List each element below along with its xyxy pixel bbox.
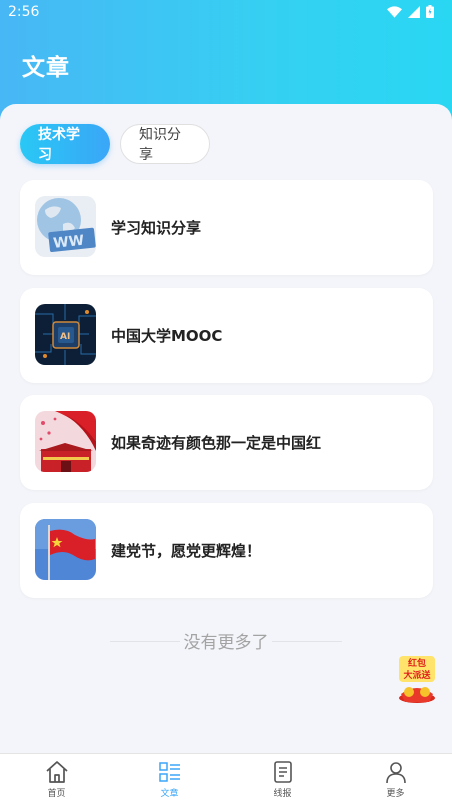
user-icon (385, 762, 406, 784)
status-bar: 2:56 (0, 0, 452, 26)
tab-tech-learning[interactable]: 技术学习 (20, 124, 110, 164)
tabbar-label: 线报 (273, 789, 292, 799)
article-title: 如果奇迹有颜色那一定是中国红 (111, 434, 322, 452)
article-thumbnail-red-flag (35, 519, 96, 580)
divider-left (110, 641, 180, 642)
wifi-icon (387, 5, 402, 18)
article-thumbnail-tiananmen (35, 411, 96, 472)
no-more-text: 没有更多了 (183, 633, 269, 653)
article-thumbnail-ai-chip: AI (35, 304, 96, 365)
signal-icon (408, 5, 420, 18)
tabbar-item-articles[interactable]: 文章 (113, 754, 226, 805)
article-card[interactable]: 如果奇迹有颜色那一定是中国红 (20, 395, 433, 490)
article-title: 中国大学MOOC (111, 327, 223, 345)
status-icons (387, 5, 434, 18)
promo-line1: 红包 (408, 657, 426, 669)
tabbar-item-home[interactable]: 首页 (0, 754, 113, 805)
article-card[interactable]: WW 学习知识分享 (20, 180, 433, 275)
article-card[interactable]: AI 中国大学MOOC (20, 288, 433, 383)
tab-knowledge-sharing[interactable]: 知识分享 (120, 124, 210, 164)
list-icon (158, 762, 180, 782)
list-end-indicator: 没有更多了 (0, 628, 452, 653)
status-time: 2:56 (8, 4, 40, 20)
tabbar-item-deals[interactable]: 线报 (226, 754, 339, 805)
page-title: 文章 (22, 55, 70, 81)
red-packet-promo-button[interactable]: 红包 大派送 (395, 654, 439, 704)
tabbar-label: 更多 (386, 789, 405, 799)
tabbar-label: 首页 (47, 789, 66, 799)
promo-line2: 大派送 (403, 669, 431, 681)
battery-icon (426, 5, 434, 18)
svg-text:WW: WW (52, 233, 84, 252)
divider-right (272, 641, 342, 642)
bottom-tab-bar: 首页 文章 线报 更多 (0, 753, 452, 805)
category-tabs: 技术学习 知识分享 (20, 124, 210, 164)
article-title: 学习知识分享 (111, 219, 202, 237)
home-icon (45, 761, 68, 783)
article-title: 建党节，愿党更辉煌！ (111, 542, 262, 560)
document-icon (273, 761, 292, 783)
tabbar-item-more[interactable]: 更多 (339, 754, 452, 805)
article-thumbnail-www-globe: WW (35, 196, 96, 257)
article-card[interactable]: 建党节，愿党更辉煌！ (20, 503, 433, 598)
tabbar-label: 文章 (160, 789, 179, 799)
svg-text:AI: AI (60, 332, 70, 342)
